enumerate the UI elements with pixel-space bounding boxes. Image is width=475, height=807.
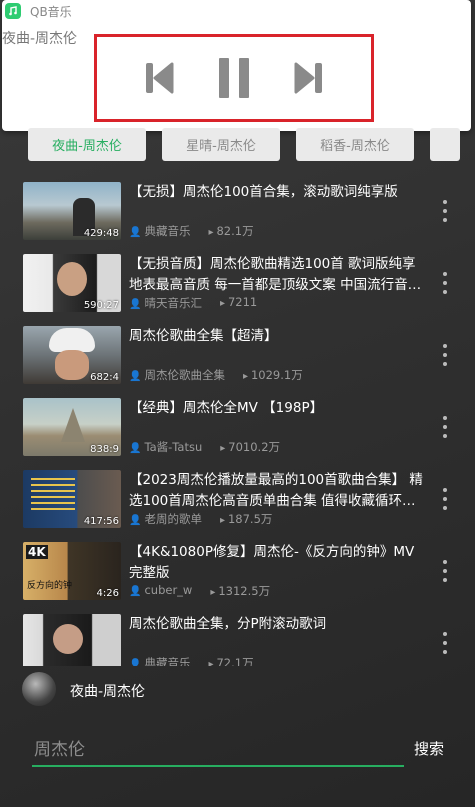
video-plays: 187.5万 (227, 512, 273, 526)
user-icon: 👤 (129, 443, 142, 454)
video-meta: 👤 典藏音乐 ▸ 72.1万 (129, 655, 254, 666)
user-icon: 👤 (129, 659, 142, 666)
more-options-icon[interactable] (443, 272, 449, 294)
video-author: 周杰伦歌曲全集 (144, 368, 225, 382)
previous-icon (146, 62, 174, 94)
history-tabs: 夜曲-周杰伦 星晴-周杰伦 稻香-周杰伦 (28, 128, 460, 162)
user-icon: 👤 (129, 515, 142, 526)
video-plays: 7211 (227, 295, 258, 309)
app-logo-icon (5, 3, 21, 19)
video-thumbnail: 417:56 (23, 470, 121, 528)
video-duration: 417:56 (83, 516, 119, 527)
video-plays: 7010.2万 (228, 440, 281, 454)
video-author: 典藏音乐 (144, 224, 191, 238)
video-meta: 👤 老周的歌单 ▸ 187.5万 (129, 511, 272, 527)
play-count-icon: ▸ (208, 227, 214, 238)
play-count-icon: ▸ (219, 515, 225, 526)
video-duration: 429:48 (83, 228, 119, 239)
video-author: cuber_w (144, 583, 193, 597)
video-thumbnail: 590:27 (23, 254, 121, 312)
floating-player-card: QB音乐 夜曲-周杰伦 (2, 0, 471, 131)
play-count-icon: ▸ (242, 371, 248, 382)
mini-player-title: 夜曲-周杰伦 (70, 684, 146, 700)
user-icon: 👤 (129, 227, 142, 238)
previous-button[interactable] (143, 58, 177, 98)
list-item[interactable]: 4K 反方向的钟 4:26 【4K&1080P修复】周杰伦-《反方向的钟》MV完… (0, 536, 475, 608)
video-duration: 838:9 (90, 444, 119, 455)
mini-player[interactable]: 夜曲-周杰伦 (0, 666, 475, 718)
playback-controls (94, 34, 374, 122)
video-meta: 👤 cuber_w ▸ 1312.5万 (129, 583, 270, 599)
video-thumbnail (23, 614, 121, 666)
video-duration: 590:27 (83, 300, 119, 311)
play-count-icon: ▸ (210, 587, 216, 598)
tab-2[interactable]: 稻香-周杰伦 (296, 128, 414, 161)
more-options-icon[interactable] (443, 560, 449, 582)
next-button[interactable] (291, 58, 325, 98)
list-item[interactable]: 838:9 【经典】周杰伦全MV 【198P】 👤 Ta酱-Tatsu ▸ 7010… (0, 392, 475, 464)
play-count-icon: ▸ (208, 659, 214, 666)
video-author: 老周的歌单 (144, 512, 202, 526)
list-item[interactable]: 682:4 周杰伦歌曲全集【超清】 👤 周杰伦歌曲全集 ▸ 1029.1万 (0, 320, 475, 392)
more-options-icon[interactable] (443, 200, 449, 222)
list-item[interactable]: 429:48 【无损】周杰伦100首合集，滚动歌词纯享版 👤 典藏音乐 ▸ 82.1… (0, 176, 475, 248)
video-thumbnail: 682:4 (23, 326, 121, 384)
video-meta: 👤 周杰伦歌曲全集 ▸ 1029.1万 (129, 367, 303, 383)
video-duration: 682:4 (90, 372, 119, 383)
tab-0[interactable]: 夜曲-周杰伦 (28, 128, 146, 161)
video-title: 周杰伦歌曲全集，分P附滚动歌词 (129, 616, 327, 632)
list-item[interactable]: 417:56 【2023周杰伦播放量最高的100首歌曲合集】 精选100首周杰伦… (0, 464, 475, 536)
video-plays: 1312.5万 (218, 584, 271, 598)
list-item[interactable]: 周杰伦歌曲全集，分P附滚动歌词 👤 典藏音乐 ▸ 72.1万 (0, 608, 475, 666)
video-title: 【2023周杰伦播放量最高的100首歌曲合集】 精选100首周杰伦高音质单曲合集… (129, 472, 423, 509)
pause-button[interactable] (217, 58, 251, 98)
next-icon (294, 62, 322, 94)
pause-icon (219, 58, 249, 98)
list-item[interactable]: 590:27 【无损音质】周杰伦歌曲精选100首 歌词版纯享地表最高音质 每一首… (0, 248, 475, 320)
video-meta: 👤 Ta酱-Tatsu ▸ 7010.2万 (129, 439, 280, 455)
video-title: 【经典】周杰伦全MV 【198P】 (129, 400, 324, 416)
video-author: 典藏音乐 (144, 656, 191, 666)
app-name: QB音乐 (30, 5, 72, 19)
more-options-icon[interactable] (443, 488, 449, 510)
search-button[interactable]: 搜索 (414, 738, 444, 759)
video-title: 【4K&1080P修复】周杰伦-《反方向的钟》MV完整版 (129, 544, 415, 581)
video-title: 【无损】周杰伦100首合集，滚动歌词纯享版 (129, 184, 398, 200)
video-thumbnail: 838:9 (23, 398, 121, 456)
video-title: 【无损音质】周杰伦歌曲精选100首 歌词版纯享地表最高音质 每一首都是顶级文案 … (129, 256, 422, 293)
tab-3-partial[interactable] (430, 128, 460, 161)
video-plays: 82.1万 (216, 224, 254, 238)
more-options-icon[interactable] (443, 416, 449, 438)
video-duration: 4:26 (96, 588, 119, 599)
video-meta: 👤 典藏音乐 ▸ 82.1万 (129, 223, 254, 239)
user-icon: 👤 (129, 299, 142, 310)
video-author: Ta酱-Tatsu (144, 440, 203, 454)
search-input[interactable] (32, 735, 404, 767)
video-plays: 72.1万 (216, 656, 254, 666)
more-options-icon[interactable] (443, 344, 449, 366)
video-list[interactable]: 429:48 【无损】周杰伦100首合集，滚动歌词纯享版 👤 典藏音乐 ▸ 82.1… (0, 176, 475, 666)
user-icon: 👤 (129, 586, 142, 597)
video-meta: 👤 晴天音乐汇 ▸ 7211 (129, 295, 257, 311)
album-cover (22, 672, 56, 706)
play-count-icon: ▸ (219, 298, 225, 309)
video-thumbnail: 4K 反方向的钟 4:26 (23, 542, 121, 600)
more-options-icon[interactable] (443, 632, 449, 654)
video-plays: 1029.1万 (250, 368, 303, 382)
video-title: 周杰伦歌曲全集【超清】 (129, 328, 278, 344)
user-icon: 👤 (129, 371, 142, 382)
now-playing-title: 夜曲-周杰伦 (2, 31, 78, 47)
tab-1[interactable]: 星晴-周杰伦 (162, 128, 280, 161)
video-thumbnail: 429:48 (23, 182, 121, 240)
video-author: 晴天音乐汇 (144, 296, 202, 310)
play-count-icon: ▸ (220, 443, 226, 454)
